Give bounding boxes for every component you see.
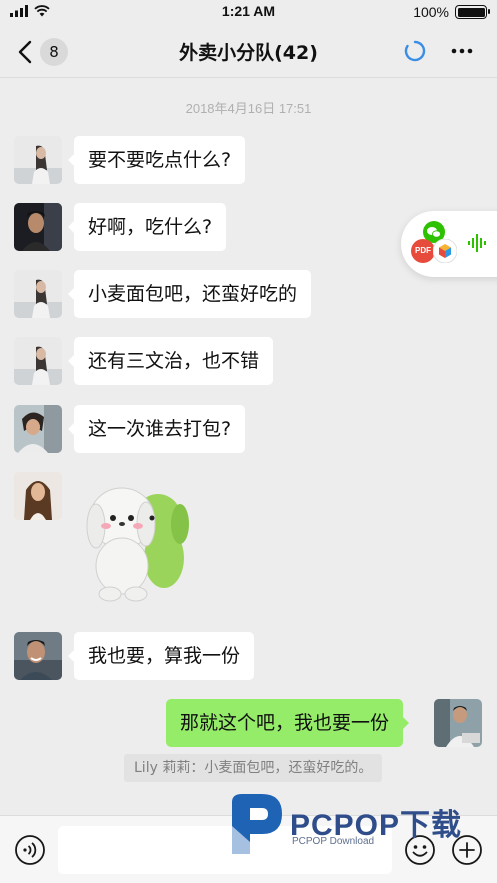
battery-percent: 100% <box>413 4 449 20</box>
avatar[interactable] <box>14 337 62 385</box>
message-bubble[interactable]: 我也要，算我一份 <box>67 632 255 680</box>
dog-sticker[interactable] <box>84 480 194 604</box>
message-timestamp: 2018年4月16日 17:51 <box>185 101 312 116</box>
avatar[interactable] <box>14 203 62 251</box>
status-right: 100% <box>413 4 490 20</box>
floating-window-ball[interactable]: PDF <box>401 211 497 277</box>
avatar[interactable] <box>14 136 62 184</box>
voice-wave-icon <box>468 234 486 252</box>
message-bubble[interactable]: 还有三文治，也不错 <box>67 337 274 385</box>
avatar[interactable] <box>14 472 62 520</box>
sync-loading-icon <box>404 40 426 62</box>
pcpop-watermark: PCPOP下载 PCPOP Download <box>228 790 490 858</box>
pdf-icon: PDF <box>411 239 435 263</box>
avatar[interactable] <box>14 632 62 680</box>
message-bubble-self[interactable]: 那就这个吧，我也要一份 <box>166 699 410 747</box>
avatar[interactable] <box>14 270 62 318</box>
status-bar: 1:21 AM 100% <box>0 0 497 26</box>
quoted-message[interactable]: Lily 莉莉：小麦面包吧，还蛮好吃的。 <box>124 754 383 782</box>
message-bubble[interactable]: 好啊，吃什么? <box>67 203 227 251</box>
avatar[interactable] <box>14 405 62 453</box>
message-bubble[interactable]: 要不要吃点什么? <box>67 136 246 184</box>
chat-header: 8 外卖小分队(42) <box>0 26 497 78</box>
voice-input-icon[interactable] <box>14 834 46 866</box>
battery-icon <box>455 5 490 19</box>
message-bubble[interactable]: 这一次谁去打包? <box>67 405 246 453</box>
mini-program-icon <box>433 239 457 263</box>
self-avatar[interactable] <box>434 699 482 747</box>
pcpop-logo-icon <box>232 794 282 854</box>
watermark-subtitle: PCPOP Download <box>292 836 375 847</box>
more-options-icon[interactable] <box>450 40 474 62</box>
message-bubble[interactable]: 小麦面包吧，还蛮好吃的 <box>67 270 312 318</box>
